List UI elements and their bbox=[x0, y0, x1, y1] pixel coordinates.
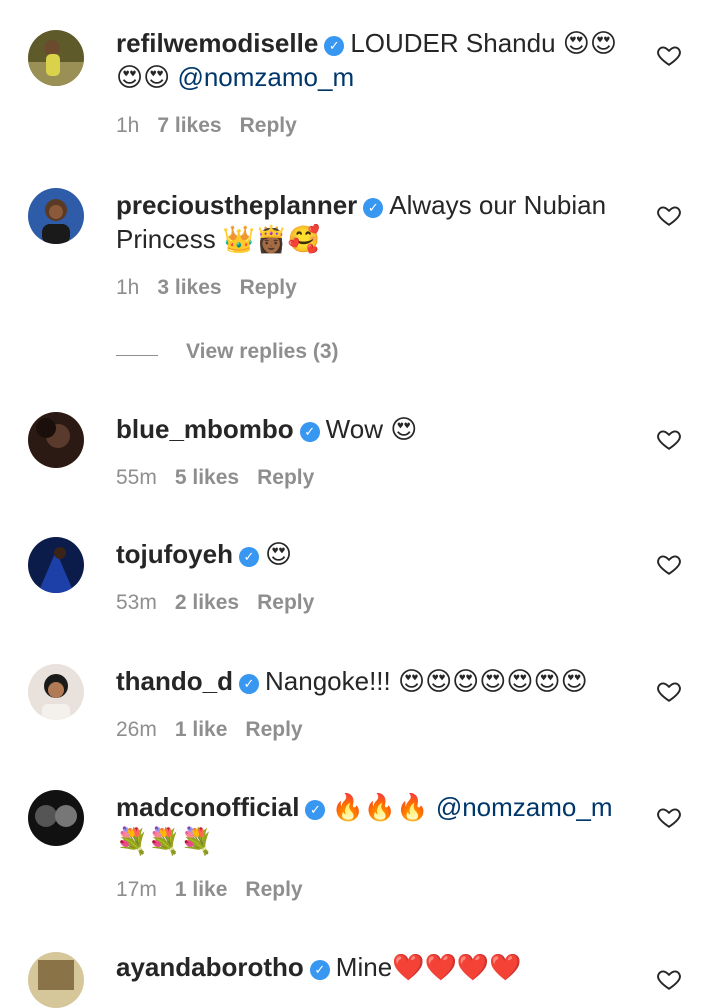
likes-count[interactable]: 1 like bbox=[175, 878, 228, 901]
view-replies-label[interactable]: View replies (3) bbox=[186, 340, 339, 364]
username[interactable]: thando_d bbox=[116, 666, 233, 696]
heart-outline-icon[interactable] bbox=[656, 966, 682, 992]
timestamp: 1h bbox=[116, 276, 140, 299]
comment-body: blue_mbombo ✓ Wow 😍 55m 5 likes Reply bbox=[116, 412, 626, 490]
username[interactable]: precioustheplanner bbox=[116, 190, 357, 220]
verified-badge-icon: ✓ bbox=[324, 36, 345, 56]
verified-badge-icon: ✓ bbox=[299, 422, 320, 442]
divider bbox=[116, 355, 158, 356]
likes-count[interactable]: 3 likes bbox=[157, 276, 221, 299]
comment-content: Mine❤️❤️❤️❤️ bbox=[335, 952, 522, 982]
comment-body: madconofficial ✓ 🔥🔥🔥 @nomzamo_m 💐💐💐 17m 1 l… bbox=[116, 790, 626, 902]
reply-button[interactable]: Reply bbox=[245, 878, 302, 901]
comment-meta: 53m 2 likes Reply bbox=[116, 591, 626, 615]
reply-button[interactable]: Reply bbox=[240, 114, 297, 137]
comment-text: precioustheplanner ✓ Always our Nubian Pri… bbox=[116, 188, 626, 256]
mention-link[interactable]: @nomzamo_m bbox=[177, 62, 354, 92]
username[interactable]: blue_mbombo bbox=[116, 414, 294, 444]
comment-body: precioustheplanner ✓ Always our Nubian Pri… bbox=[116, 188, 626, 300]
comment-meta: 55m 5 likes Reply bbox=[116, 466, 626, 490]
timestamp: 1h bbox=[116, 114, 140, 137]
heart-outline-icon[interactable] bbox=[656, 42, 682, 68]
verified-badge-icon: ✓ bbox=[239, 547, 259, 567]
reply-button[interactable]: Reply bbox=[240, 276, 297, 299]
username[interactable]: tojufoyeh bbox=[116, 539, 233, 569]
likes-count[interactable]: 2 likes bbox=[175, 591, 239, 614]
likes-count[interactable]: 5 likes bbox=[175, 466, 239, 489]
timestamp: 17m bbox=[116, 878, 157, 901]
heart-outline-icon[interactable] bbox=[656, 804, 682, 830]
heart-outline-icon[interactable] bbox=[656, 678, 682, 704]
avatar[interactable] bbox=[28, 188, 84, 244]
comment-body: refilwemodiselle ✓ LOUDER Shandu 😍😍 😍😍 @no… bbox=[116, 26, 626, 138]
username[interactable]: ayandaborotho bbox=[116, 952, 304, 982]
comment-body: ayandaborotho ✓ Mine❤️❤️❤️❤️ bbox=[116, 950, 626, 984]
comment-content: 😍 bbox=[265, 539, 293, 569]
verified-badge-icon: ✓ bbox=[363, 198, 384, 218]
comment-text: thando_d ✓ Nangoke!!! 😍😍😍😍😍😍😍 bbox=[116, 664, 626, 698]
comment-body: thando_d ✓ Nangoke!!! 😍😍😍😍😍😍😍 26m 1 like Rep… bbox=[116, 664, 626, 742]
heart-outline-icon[interactable] bbox=[656, 202, 682, 228]
timestamp: 55m bbox=[116, 466, 157, 489]
likes-count[interactable]: 1 like bbox=[175, 718, 228, 741]
reply-button[interactable]: Reply bbox=[257, 591, 314, 614]
avatar[interactable] bbox=[28, 952, 84, 1008]
timestamp: 53m bbox=[116, 591, 157, 614]
mention-link[interactable]: @nomzamo_m bbox=[436, 792, 613, 822]
verified-badge-icon: ✓ bbox=[305, 800, 326, 820]
avatar[interactable] bbox=[28, 790, 84, 846]
avatar[interactable] bbox=[28, 664, 84, 720]
reply-button[interactable]: Reply bbox=[257, 466, 314, 489]
comment-body: tojufoyeh ✓ 😍 53m 2 likes Reply bbox=[116, 537, 626, 615]
verified-badge-icon: ✓ bbox=[309, 960, 330, 980]
comment-meta: 26m 1 like Reply bbox=[116, 718, 626, 742]
username[interactable]: madconofficial bbox=[116, 792, 299, 822]
heart-outline-icon[interactable] bbox=[656, 551, 682, 577]
comment-meta: 1h 7 likes Reply bbox=[116, 114, 626, 138]
heart-outline-icon[interactable] bbox=[656, 426, 682, 452]
comment-content: Nangoke!!! 😍😍😍😍😍😍😍 bbox=[265, 666, 588, 696]
comment-content: 🔥🔥🔥 bbox=[331, 792, 436, 822]
comment-text: blue_mbombo ✓ Wow 😍 bbox=[116, 412, 626, 446]
comment-meta: 1h 3 likes Reply bbox=[116, 276, 626, 300]
comment-content: Wow 😍 bbox=[325, 414, 418, 444]
comment-meta: 17m 1 like Reply bbox=[116, 878, 626, 902]
avatar[interactable] bbox=[28, 30, 84, 86]
username[interactable]: refilwemodiselle bbox=[116, 28, 318, 58]
verified-badge-icon: ✓ bbox=[239, 674, 259, 694]
comment-content-tail: 💐💐💐 bbox=[116, 826, 214, 856]
comment-text: tojufoyeh ✓ 😍 bbox=[116, 537, 626, 571]
timestamp: 26m bbox=[116, 718, 157, 741]
avatar[interactable] bbox=[28, 412, 84, 468]
likes-count[interactable]: 7 likes bbox=[157, 114, 221, 137]
avatar[interactable] bbox=[28, 537, 84, 593]
comment-text: madconofficial ✓ 🔥🔥🔥 @nomzamo_m 💐💐💐 bbox=[116, 790, 626, 858]
comment-text: refilwemodiselle ✓ LOUDER Shandu 😍😍 😍😍 @no… bbox=[116, 26, 626, 94]
reply-button[interactable]: Reply bbox=[245, 718, 302, 741]
comment-text: ayandaborotho ✓ Mine❤️❤️❤️❤️ bbox=[116, 950, 626, 984]
